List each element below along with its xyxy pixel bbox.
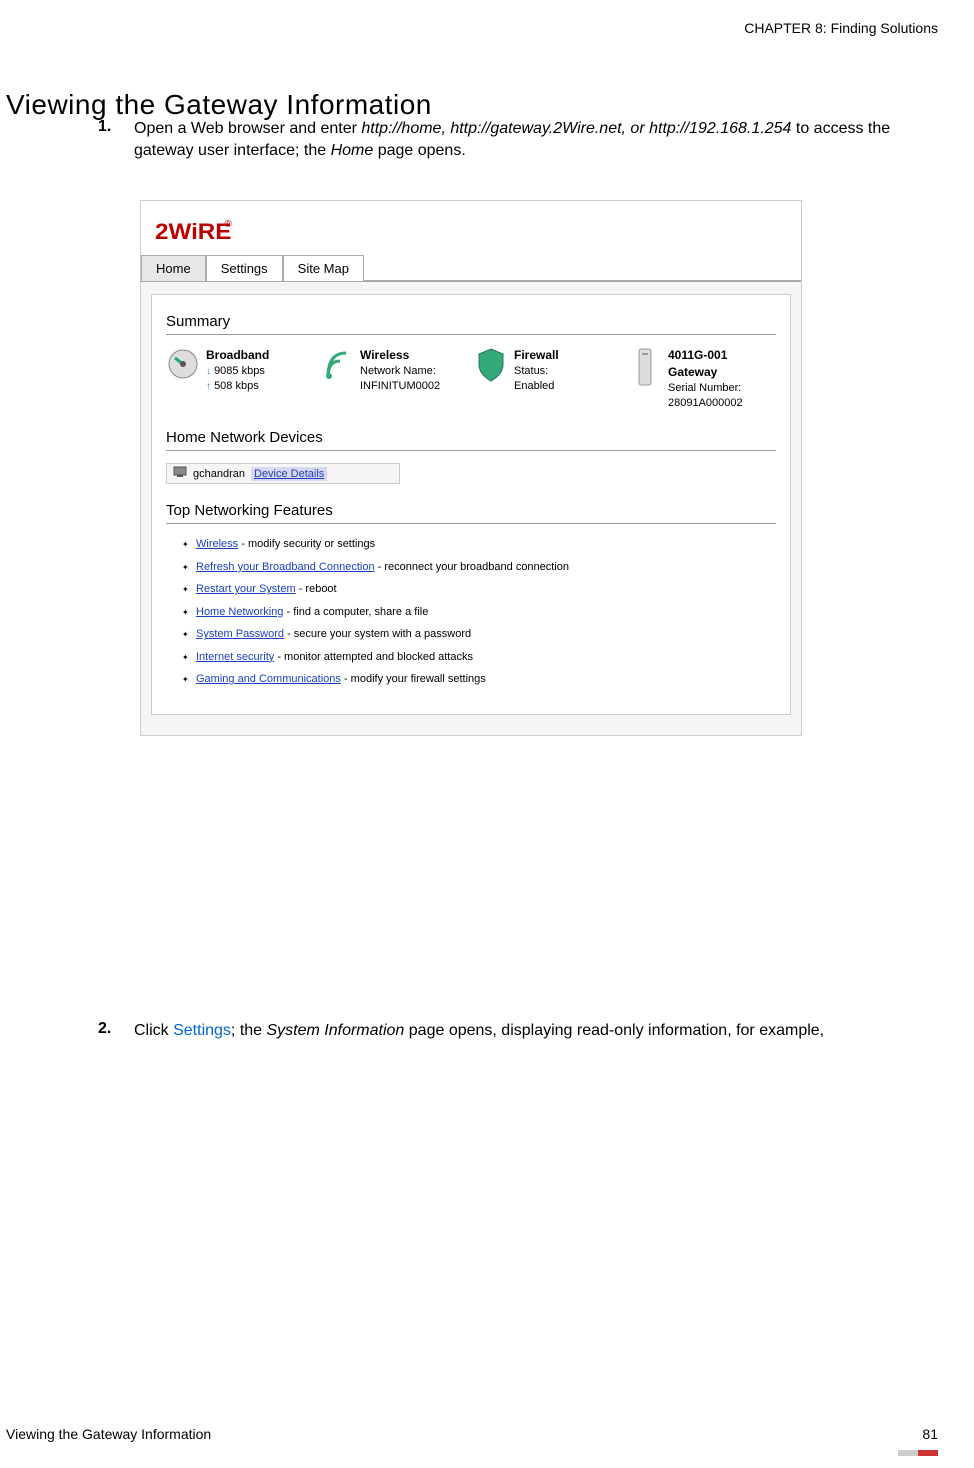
feature-link-wireless[interactable]: Wireless bbox=[196, 538, 238, 550]
page-title: Viewing the Gateway Information bbox=[6, 89, 432, 121]
broadband-up: 508 kbps bbox=[214, 380, 259, 392]
page-name: System Information bbox=[267, 1022, 405, 1039]
feature-link-internet-security[interactable]: Internet security bbox=[196, 651, 274, 663]
gateway-block: 4011G-001 Gateway Serial Number: 28091A0… bbox=[628, 347, 776, 411]
url-list: http://home, http://gateway.2Wire.net, o… bbox=[361, 120, 791, 137]
feature-link-system-password[interactable]: System Password bbox=[196, 628, 284, 640]
summary-heading: Summary bbox=[166, 313, 776, 335]
text: - modify your firewall settings bbox=[341, 673, 486, 685]
list-item: Gaming and Communications - modify your … bbox=[182, 671, 776, 688]
device-row: gchandran Device Details bbox=[166, 463, 400, 484]
gauge-icon bbox=[166, 347, 200, 387]
text: - reboot bbox=[296, 583, 337, 595]
footer-accent-bar bbox=[898, 1450, 938, 1456]
settings-link: Settings bbox=[173, 1022, 231, 1039]
step-2: 2. Click Settings; the System Informatio… bbox=[98, 1020, 938, 1042]
text: Open a Web browser and enter bbox=[134, 120, 361, 137]
text: - reconnect your broadband connection bbox=[375, 561, 569, 573]
step-body: Open a Web browser and enter http://home… bbox=[134, 118, 938, 161]
broadband-down: 9085 kbps bbox=[214, 365, 265, 377]
broadband-block: Broadband ↓ 9085 kbps ↑ 508 kbps bbox=[166, 347, 314, 411]
computer-icon bbox=[173, 466, 187, 481]
feature-link-restart[interactable]: Restart your System bbox=[196, 583, 296, 595]
list-item: Home Networking - find a computer, share… bbox=[182, 604, 776, 621]
feature-list: Wireless - modify security or settings R… bbox=[166, 536, 776, 688]
text: - secure your system with a password bbox=[284, 628, 471, 640]
gateway-screenshot: 2WiRE® Home Settings Site Map Summary Br… bbox=[140, 200, 802, 736]
step-body: Click Settings; the System Information p… bbox=[134, 1020, 824, 1042]
footer-title: Viewing the Gateway Information bbox=[6, 1426, 211, 1442]
text: - monitor attempted and blocked attacks bbox=[274, 651, 473, 663]
firewall-value: Enabled bbox=[514, 379, 559, 394]
step-number: 1. bbox=[98, 118, 134, 161]
tab-home[interactable]: Home bbox=[141, 255, 206, 281]
firewall-block: Firewall Status: Enabled bbox=[474, 347, 622, 411]
wireless-block: Wireless Network Name: INFINITUM0002 bbox=[320, 347, 468, 411]
arrow-up-icon: ↑ bbox=[206, 381, 211, 392]
list-item: Refresh your Broadband Connection - reco… bbox=[182, 559, 776, 576]
shield-icon bbox=[474, 347, 508, 387]
summary-stats: Broadband ↓ 9085 kbps ↑ 508 kbps Wireles… bbox=[166, 347, 776, 411]
step-number: 2. bbox=[98, 1020, 134, 1042]
feature-link-home-networking[interactable]: Home Networking bbox=[196, 606, 283, 618]
page-name: Home bbox=[331, 142, 374, 159]
content-panel: Summary Broadband ↓ 9085 kbps ↑ 508 kbps bbox=[151, 294, 791, 715]
device-name: gchandran bbox=[193, 468, 245, 480]
broadband-label: Broadband bbox=[206, 347, 269, 364]
device-details-link[interactable]: Device Details bbox=[251, 467, 327, 481]
logo-area: 2WiRE® bbox=[141, 201, 801, 255]
brand-logo: 2WiRE bbox=[155, 219, 231, 245]
features-heading: Top Networking Features bbox=[166, 502, 776, 524]
list-item: Wireless - modify security or settings bbox=[182, 536, 776, 553]
firewall-label: Firewall bbox=[514, 347, 559, 364]
text: Click bbox=[134, 1022, 173, 1039]
gateway-field: Serial Number: bbox=[668, 381, 776, 396]
wireless-value: INFINITUM0002 bbox=[360, 379, 440, 394]
feature-link-refresh[interactable]: Refresh your Broadband Connection bbox=[196, 561, 375, 573]
feature-link-gaming[interactable]: Gaming and Communications bbox=[196, 673, 341, 685]
text: page opens. bbox=[373, 142, 466, 159]
tab-settings[interactable]: Settings bbox=[206, 255, 283, 281]
wireless-field: Network Name: bbox=[360, 364, 440, 379]
text: ; the bbox=[231, 1022, 267, 1039]
tab-bar: Home Settings Site Map bbox=[141, 255, 801, 282]
chapter-header: CHAPTER 8: Finding Solutions bbox=[744, 20, 938, 36]
tab-site-map[interactable]: Site Map bbox=[283, 255, 364, 281]
text: - find a computer, share a file bbox=[283, 606, 428, 618]
text: page opens, displaying read-only informa… bbox=[404, 1022, 824, 1039]
firewall-field: Status: bbox=[514, 364, 559, 379]
text: - modify security or settings bbox=[238, 538, 375, 550]
list-item: Restart your System - reboot bbox=[182, 581, 776, 598]
devices-heading: Home Network Devices bbox=[166, 429, 776, 451]
wireless-label: Wireless bbox=[360, 347, 440, 364]
page-number: 81 bbox=[922, 1426, 938, 1442]
list-item: System Password - secure your system wit… bbox=[182, 626, 776, 643]
step-1: 1. Open a Web browser and enter http://h… bbox=[98, 118, 938, 161]
wifi-icon bbox=[320, 347, 354, 387]
gateway-label: 4011G-001 Gateway bbox=[668, 347, 776, 381]
list-item: Internet security - monitor attempted an… bbox=[182, 649, 776, 666]
gateway-value: 28091A000002 bbox=[668, 396, 776, 411]
router-icon bbox=[628, 347, 662, 387]
arrow-down-icon: ↓ bbox=[206, 366, 211, 377]
